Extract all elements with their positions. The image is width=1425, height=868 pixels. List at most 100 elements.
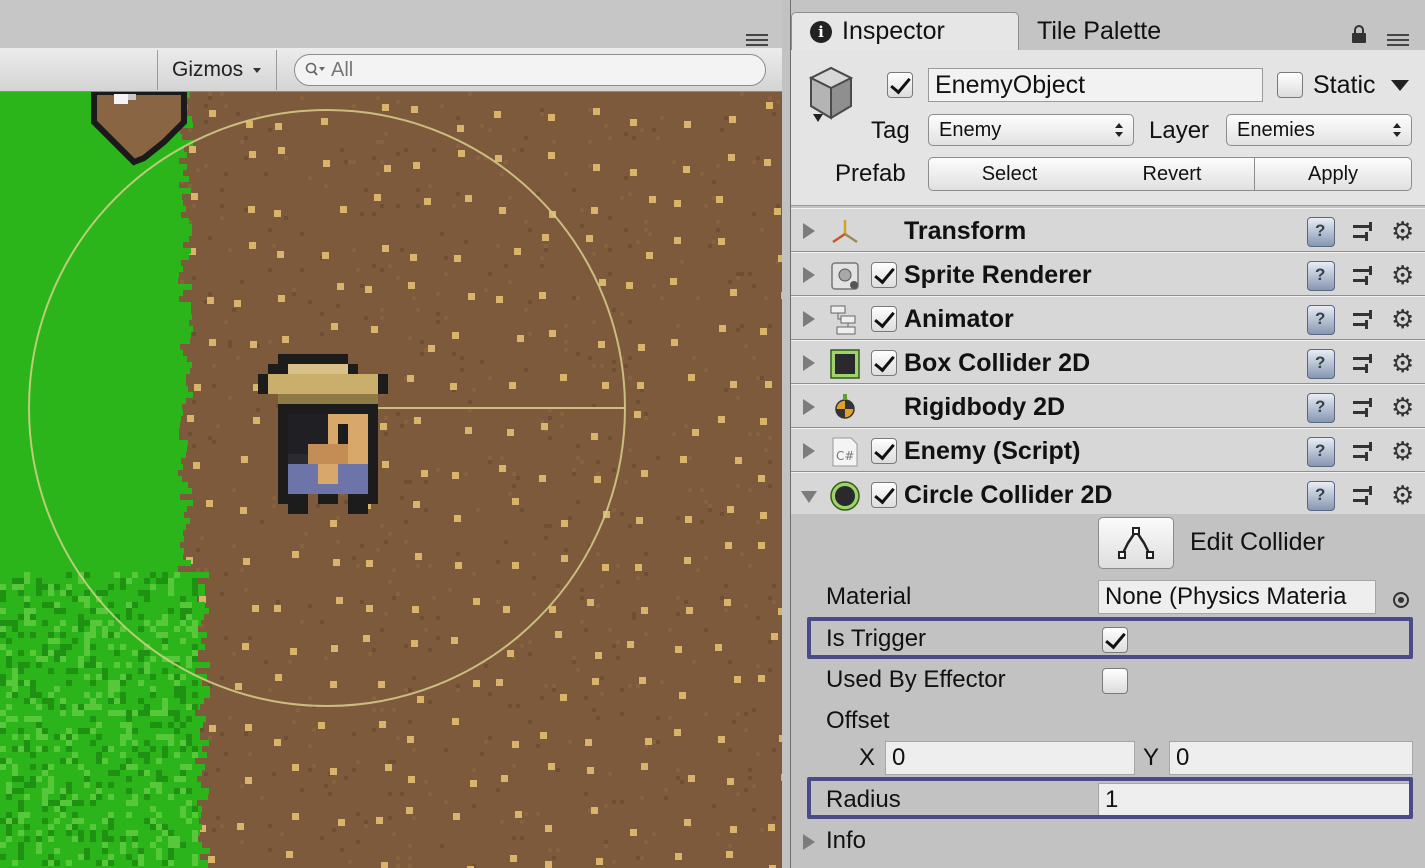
component-box-collider-2d[interactable]: Box Collider 2D ⚙ — [791, 340, 1425, 384]
offset-y-label: Y — [1143, 744, 1160, 771]
help-book-icon[interactable] — [1307, 305, 1335, 335]
offset-label: Offset — [826, 707, 890, 734]
transform-icon — [832, 220, 858, 244]
tab-inspector[interactable]: i Inspector — [791, 12, 1019, 50]
offset-y-field[interactable]: 0 — [1169, 741, 1413, 775]
layer-label: Layer — [1149, 117, 1210, 144]
help-book-icon[interactable] — [1307, 261, 1335, 291]
scene-toolbar: Gizmos All — [0, 48, 782, 92]
lock-icon[interactable] — [1351, 24, 1367, 44]
component-enabled-checkbox[interactable] — [871, 262, 897, 288]
scene-search-input[interactable]: All — [294, 54, 766, 86]
preset-sliders-icon[interactable] — [1351, 221, 1377, 243]
used-by-effector-label: Used By Effector — [826, 666, 1006, 693]
scene-tab-bar — [0, 0, 782, 48]
prefab-apply-button[interactable]: Apply — [1254, 157, 1412, 191]
box-collider-icon — [830, 349, 860, 379]
scene-canvas[interactable] — [0, 92, 782, 868]
component-enabled-checkbox[interactable] — [871, 438, 897, 464]
component-title: Circle Collider 2D — [904, 480, 1113, 509]
tab-tile-palette-label: Tile Palette — [1037, 16, 1162, 45]
info-foldout-arrow-icon[interactable] — [803, 834, 815, 850]
preset-sliders-icon[interactable] — [1351, 485, 1377, 507]
object-picker-icon[interactable] — [1393, 592, 1409, 608]
animator-icon — [830, 305, 856, 335]
offset-x-label: X — [859, 744, 876, 771]
foldout-arrow-icon[interactable] — [803, 443, 815, 459]
component-enabled-checkbox[interactable] — [871, 482, 897, 508]
tab-inspector-label: Inspector — [842, 17, 945, 45]
component-sprite-renderer[interactable]: Sprite Renderer ⚙ — [791, 252, 1425, 296]
component-circle-collider-2d[interactable]: Circle Collider 2D ⚙ — [791, 472, 1425, 516]
gear-icon[interactable]: ⚙ — [1391, 437, 1414, 465]
object-active-checkbox[interactable] — [887, 72, 913, 98]
foldout-arrow-expanded-icon[interactable] — [801, 491, 817, 503]
component-enabled-checkbox[interactable] — [871, 306, 897, 332]
help-book-icon[interactable] — [1307, 349, 1335, 379]
layer-dropdown[interactable]: Enemies — [1226, 114, 1412, 146]
component-title: Enemy (Script) — [904, 436, 1081, 465]
material-field[interactable]: None (Physics Materia — [1098, 580, 1376, 614]
inspector-panel: i Inspector Tile Palette EnemyObject Sta… — [790, 0, 1425, 868]
component-title: Animator — [904, 304, 1014, 333]
prefab-revert-button[interactable]: Revert — [1090, 157, 1255, 191]
updown-arrows-icon — [1393, 123, 1401, 137]
scene-panel-menu-icon[interactable] — [746, 34, 768, 48]
gear-icon[interactable]: ⚙ — [1391, 217, 1414, 245]
help-book-icon[interactable] — [1307, 217, 1335, 247]
tab-tile-palette[interactable]: Tile Palette — [1019, 12, 1179, 50]
component-rigidbody-2d[interactable]: Rigidbody 2D ⚙ — [791, 384, 1425, 428]
gear-icon[interactable]: ⚙ — [1391, 349, 1414, 377]
component-animator[interactable]: Animator ⚙ — [791, 296, 1425, 340]
circle-collider-properties: Edit Collider Material None (Physics Mat… — [791, 514, 1425, 868]
scene-view: Gizmos All — [0, 0, 782, 868]
component-enabled-checkbox[interactable] — [871, 350, 897, 376]
rock-sprite — [91, 92, 187, 166]
updown-arrows-icon — [1115, 123, 1123, 137]
rigidbody-icon — [835, 394, 855, 419]
foldout-arrow-icon[interactable] — [803, 311, 815, 327]
preset-sliders-icon[interactable] — [1351, 397, 1377, 419]
gear-icon[interactable]: ⚙ — [1391, 393, 1414, 421]
static-checkbox[interactable] — [1277, 72, 1303, 98]
component-enemy-script[interactable]: C# Enemy (Script) ⚙ — [791, 428, 1425, 472]
help-book-icon[interactable] — [1307, 481, 1335, 511]
foldout-arrow-icon[interactable] — [803, 223, 815, 239]
preset-sliders-icon[interactable] — [1351, 353, 1377, 375]
tag-label: Tag — [871, 117, 910, 144]
edit-collider-button[interactable] — [1098, 517, 1174, 569]
component-transform[interactable]: Transform ⚙ — [791, 208, 1425, 252]
used-by-effector-checkbox[interactable] — [1102, 668, 1128, 694]
gear-icon[interactable]: ⚙ — [1391, 305, 1414, 333]
sprite-renderer-icon — [831, 262, 859, 290]
grass-area — [0, 92, 210, 868]
search-icon — [305, 62, 325, 76]
chevron-down-icon — [253, 67, 262, 73]
material-label: Material — [826, 583, 912, 610]
object-header: EnemyObject Static Tag Enemy Layer Enemi… — [791, 50, 1425, 206]
help-book-icon[interactable] — [1307, 437, 1335, 467]
prefab-select-button[interactable]: Select — [928, 157, 1091, 191]
edit-collider-label: Edit Collider — [1190, 528, 1325, 556]
enemy-sprite[interactable] — [258, 354, 398, 519]
preset-sliders-icon[interactable] — [1351, 309, 1377, 331]
static-dropdown-arrow-icon[interactable] — [1391, 80, 1409, 91]
info-label[interactable]: Info — [826, 827, 866, 855]
gizmos-dropdown[interactable]: Gizmos — [157, 50, 277, 90]
gizmos-label: Gizmos — [172, 58, 244, 81]
preset-sliders-icon[interactable] — [1351, 265, 1377, 287]
tag-dropdown[interactable]: Enemy — [928, 114, 1134, 146]
object-name-field[interactable]: EnemyObject — [928, 68, 1263, 102]
foldout-arrow-icon[interactable] — [803, 267, 815, 283]
gear-icon[interactable]: ⚙ — [1391, 481, 1414, 509]
help-book-icon[interactable] — [1307, 393, 1335, 423]
inspector-menu-icon[interactable] — [1387, 34, 1409, 48]
csharp-script-icon: C# — [832, 437, 858, 467]
gameobject-cube-icon — [808, 66, 854, 122]
foldout-arrow-icon[interactable] — [803, 355, 815, 371]
preset-sliders-icon[interactable] — [1351, 441, 1377, 463]
gear-icon[interactable]: ⚙ — [1391, 261, 1414, 289]
foldout-arrow-icon[interactable] — [803, 399, 815, 415]
component-title: Box Collider 2D — [904, 348, 1091, 377]
offset-x-field[interactable]: 0 — [885, 741, 1135, 775]
